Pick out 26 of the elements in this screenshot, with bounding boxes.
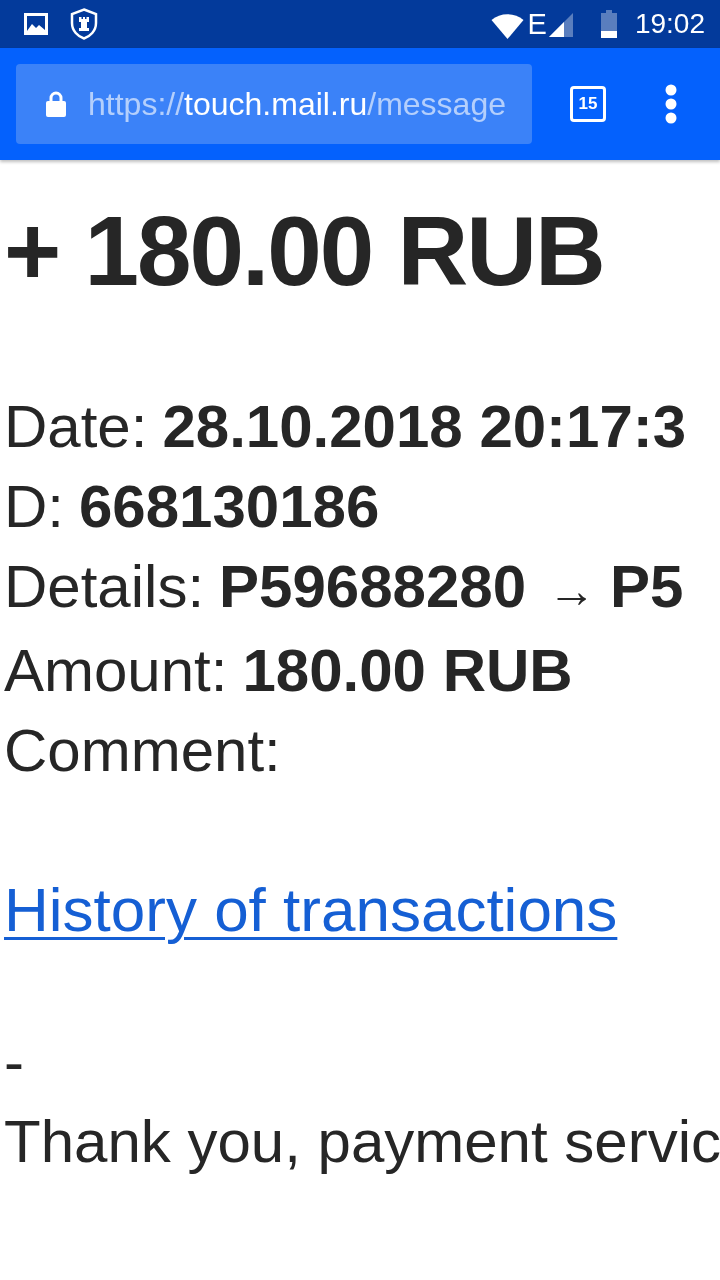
signal-icon (548, 13, 573, 37)
history-link[interactable]: History of transactions (4, 870, 618, 950)
field-value: 668130186 (79, 473, 380, 540)
menu-icon (665, 84, 677, 124)
closing-text: Thank you, payment servic (4, 1107, 720, 1177)
tab-switcher-button[interactable]: 15 (570, 86, 606, 122)
clock-time: 19:02 (634, 8, 705, 40)
amount-heading: + 180.00 RUB (4, 196, 605, 306)
shield-icon (70, 8, 98, 40)
field-value: 28.10.2018 20:17:3 (162, 393, 687, 460)
image-icon (24, 13, 48, 35)
wifi-icon (490, 13, 524, 39)
field-label: D: (4, 473, 64, 540)
field-label: Comment: (4, 717, 281, 784)
address-field[interactable]: https://touch.mail.ru/message (16, 64, 532, 144)
field-value: 180.00 RUB (242, 637, 573, 704)
battery-icon (600, 10, 617, 38)
field-label: Amount: (4, 637, 228, 704)
dash-separator: - (4, 1027, 25, 1097)
lock-icon (46, 91, 66, 117)
field-label: Date: (4, 393, 148, 460)
field-label: Details: (4, 553, 205, 620)
field-value: P59688280 (219, 553, 527, 620)
network-type-label: E (527, 8, 547, 40)
field-value: P5 (610, 553, 684, 620)
arrow-icon: → (547, 564, 596, 617)
